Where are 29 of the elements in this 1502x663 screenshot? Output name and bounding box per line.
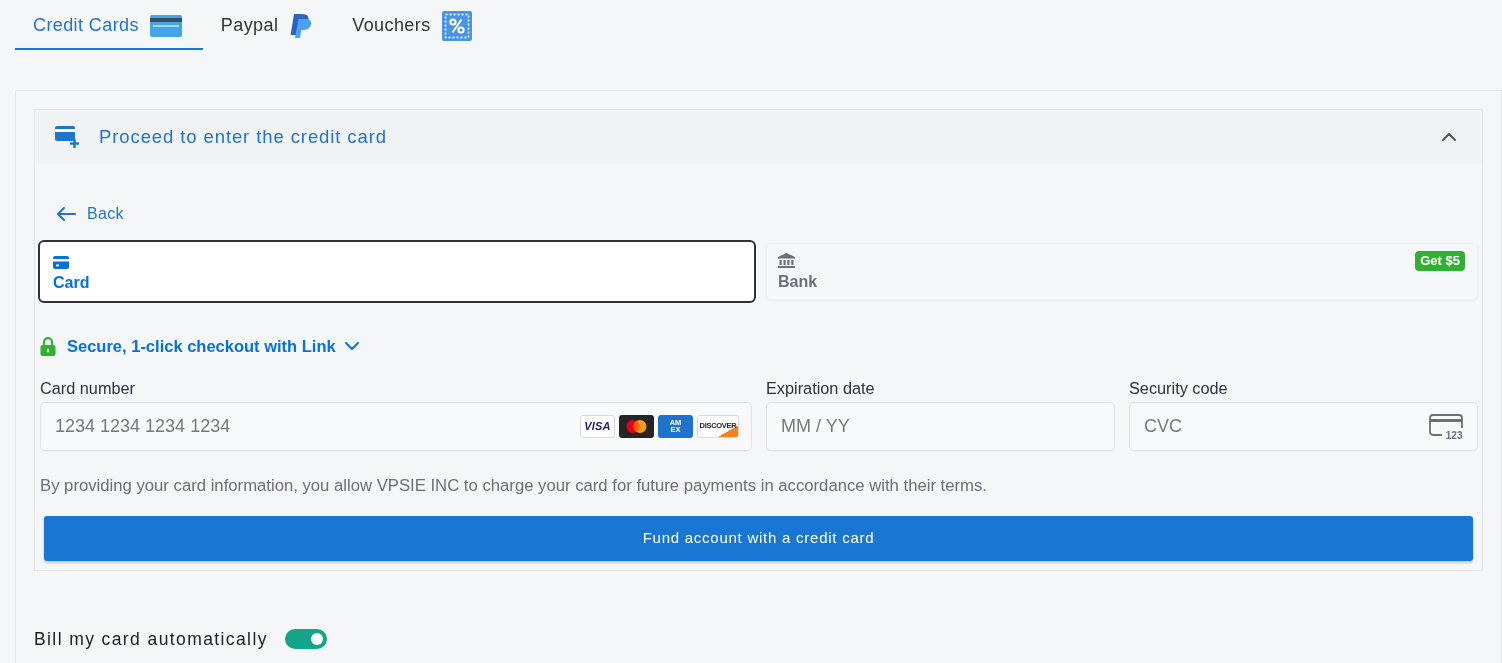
terms-text: By providing your card information, you allow VPSIE INC to charge your card for future payments in accordance with their terms. — [40, 474, 988, 497]
payment-tab[interactable]: Credit Cards — [15, 0, 203, 50]
fund-account-button[interactable]: Fund account with a credit card — [44, 515, 1473, 561]
payment-method-tab[interactable]: Card — [38, 240, 756, 303]
p-logo-icon — [289, 12, 314, 39]
chevron-up-icon — [1442, 133, 1456, 141]
card-plus-icon — [55, 126, 79, 148]
bank-icon — [778, 252, 795, 268]
auto-billing-switch[interactable] — [284, 628, 327, 649]
overlapping-circles-icon — [619, 414, 654, 438]
lock-icon — [40, 336, 56, 356]
payment-tab[interactable]: Paypal — [202, 0, 335, 50]
card-brand-logo: VISA — [580, 414, 615, 438]
accordion-header[interactable]: Proceed to enter the credit card — [35, 110, 1482, 164]
expiration-date-field[interactable]: MM / YY — [766, 401, 1115, 451]
payment-tab[interactable]: Vouchers — [334, 0, 493, 50]
promo-badge: Get $5 — [1415, 251, 1465, 271]
auto-billing-label: Bill my card automatically — [34, 627, 268, 651]
field-label: Expiration date — [766, 378, 876, 398]
back-link[interactable]: Back — [56, 204, 124, 224]
field-label: Card number — [40, 378, 137, 398]
payment-method-tab[interactable]: Bank Get $5 — [766, 243, 1478, 300]
credit-card-icon — [149, 14, 182, 37]
card-icon — [53, 255, 69, 269]
field-label: Security code — [1129, 378, 1229, 398]
chevron-down-icon — [344, 342, 359, 350]
arrow-left-icon — [56, 207, 76, 221]
percent-ticket-icon — [441, 10, 472, 41]
link-checkout-toggle[interactable]: Secure, 1-click checkout with Link — [40, 336, 359, 356]
